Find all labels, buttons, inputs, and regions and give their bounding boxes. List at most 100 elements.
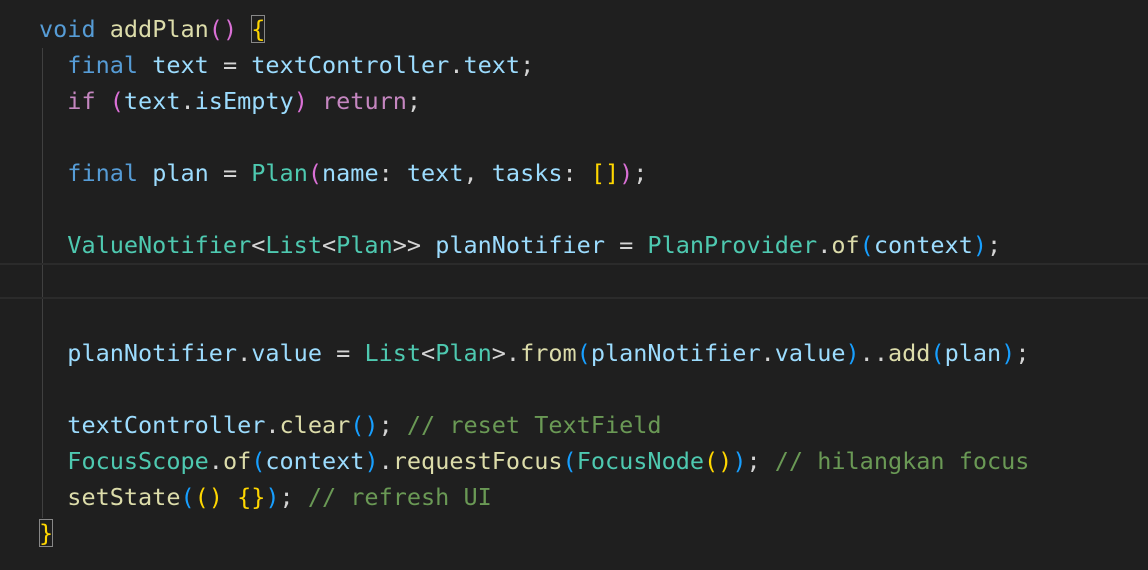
code-token: PlanProvider: [647, 231, 818, 259]
code-token: (: [180, 483, 195, 511]
code-token: .: [817, 231, 832, 259]
code-token: value: [251, 339, 322, 367]
code-token: requestFocus: [392, 447, 563, 475]
code-token: textController: [67, 411, 266, 439]
code-token: .: [180, 87, 195, 115]
code-token: <: [251, 231, 266, 259]
code-line[interactable]: final plan = Plan(name: text, tasks: [])…: [0, 155, 1148, 191]
code-token: (): [194, 483, 223, 511]
code-token: .: [760, 339, 775, 367]
code-token: (: [109, 87, 124, 115]
code-token: ): [1001, 339, 1016, 367]
code-line[interactable]: FocusScope.of(context).requestFocus(Focu…: [0, 443, 1148, 479]
code-line[interactable]: setState(() {}); // refresh UI: [0, 479, 1148, 515]
code-line[interactable]: ValueNotifier<List<Plan>> planNotifier =…: [0, 227, 1148, 263]
code-token: text: [463, 51, 521, 79]
code-token: ;: [378, 411, 407, 439]
code-token: (): [704, 447, 733, 475]
code-token: ValueNotifier: [67, 231, 252, 259]
code-token: ): [364, 447, 379, 475]
code-token: ;: [1015, 339, 1030, 367]
code-token: (: [562, 447, 577, 475]
code-token: .: [237, 339, 252, 367]
code-token: .: [378, 447, 393, 475]
code-token: }: [39, 519, 54, 547]
code-token: planNotifier: [590, 339, 761, 367]
code-token: :: [378, 159, 407, 187]
code-token: final: [67, 51, 139, 79]
code-token: {: [251, 15, 266, 43]
code-token: context: [873, 231, 973, 259]
code-line[interactable]: [0, 371, 1148, 407]
code-token: Plan: [435, 339, 492, 367]
code-token: Plan: [336, 231, 393, 259]
code-token: context: [265, 447, 365, 475]
code-line[interactable]: [0, 191, 1148, 227]
code-token: (: [930, 339, 945, 367]
code-token: setState: [67, 483, 181, 511]
code-token: ): [732, 447, 747, 475]
code-token: .: [449, 51, 464, 79]
code-token: (: [859, 231, 874, 259]
code-token: tasks: [491, 159, 563, 187]
code-token: // refresh UI: [307, 483, 492, 511]
code-token: ;: [633, 159, 648, 187]
code-token: (: [251, 447, 266, 475]
code-token: planNotifier: [67, 339, 238, 367]
code-token: name: [322, 159, 379, 187]
code-token: planNotifier: [435, 231, 605, 259]
code-token: return: [322, 87, 407, 115]
code-line[interactable]: [0, 299, 1148, 335]
code-token: text: [406, 159, 464, 187]
code-line[interactable]: }: [0, 515, 1148, 551]
code-line[interactable]: void addPlan() {: [0, 11, 1148, 47]
code-token: of: [222, 447, 252, 475]
code-token: isEmpty: [194, 87, 294, 115]
code-token: ;: [987, 231, 1002, 259]
code-token: <: [321, 231, 337, 259]
code-token: of: [831, 231, 860, 259]
code-token: ): [845, 339, 860, 367]
code-token: >>: [392, 231, 436, 259]
code-token: (: [576, 339, 591, 367]
code-token: =: [604, 231, 648, 259]
code-token: final: [67, 159, 139, 187]
code-token: ): [619, 159, 634, 187]
current-code-line[interactable]: [0, 263, 1148, 299]
code-line[interactable]: if (text.isEmpty) return;: [0, 83, 1148, 119]
code-token: ): [293, 87, 308, 115]
code-token: plan: [152, 159, 209, 187]
code-token: from: [520, 339, 577, 367]
code-token: FocusNode: [576, 447, 705, 475]
code-token: ): [265, 483, 280, 511]
code-token: plan: [944, 339, 1002, 367]
code-line[interactable]: textController.clear(); // reset TextFie…: [0, 407, 1148, 443]
code-token: textController: [251, 51, 450, 79]
code-line[interactable]: [0, 119, 1148, 155]
code-token: if: [67, 87, 96, 115]
code-editor[interactable]: void addPlan() { final text = textContro…: [0, 0, 1148, 570]
code-token: text: [152, 51, 209, 79]
code-token: Plan: [251, 159, 308, 187]
code-token: =: [208, 159, 252, 187]
code-token: >.: [491, 339, 521, 367]
code-line[interactable]: planNotifier.value = List<Plan>.from(pla…: [0, 335, 1148, 371]
code-line[interactable]: final text = textController.text;: [0, 47, 1148, 83]
code-token: clear: [279, 411, 351, 439]
code-token: (): [208, 15, 238, 43]
code-token: {}: [237, 483, 266, 511]
code-token: ,: [463, 159, 492, 187]
